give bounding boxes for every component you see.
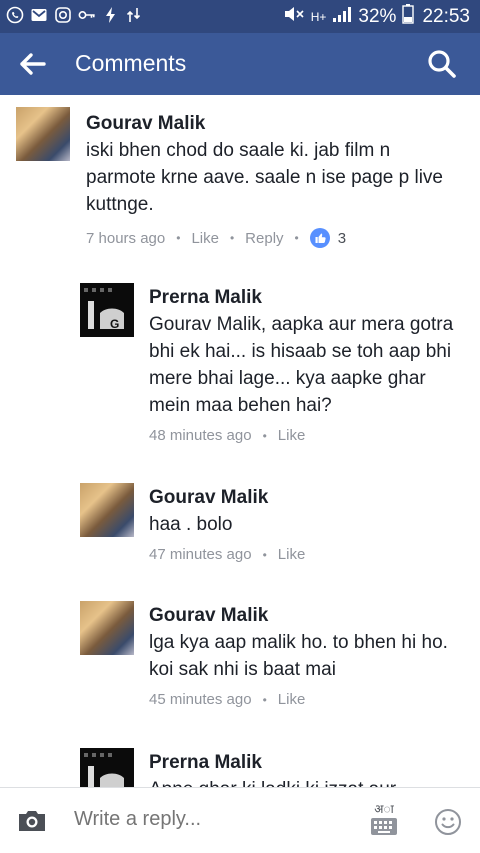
status-bar: H+ 32% 22:53 <box>0 0 480 33</box>
separator-dot: • <box>262 428 267 443</box>
comment-meta: 48 minutes ago • Like <box>149 427 305 444</box>
page-title: Comments <box>75 50 187 76</box>
thumbs-up-icon <box>309 228 330 248</box>
comment-text: iski bhen chod do saale ki. jab film n p… <box>86 140 443 215</box>
separator-dot: • <box>262 547 267 562</box>
reply-button[interactable]: Reply <box>245 230 283 247</box>
avatar[interactable]: G <box>80 283 134 337</box>
notification-icons <box>6 6 144 24</box>
reply-comment: Gourav Malik lga kya aap malik ho. to bh… <box>0 593 480 723</box>
keyboard-language-label: अा <box>374 802 394 816</box>
comment: Gourav Malik iski bhen chod do saale ki.… <box>0 95 480 265</box>
smiley-icon <box>435 809 461 835</box>
reply-comment: Prerna Malik Apne ghar ki ladki ki izzat… <box>0 740 480 787</box>
comment-meta: 7 hours ago • Like • Reply • 3 <box>86 228 346 248</box>
comment-time: 47 minutes ago <box>149 546 252 563</box>
svg-text:G: G <box>110 317 119 331</box>
search-icon <box>428 50 456 78</box>
reply-comment: Gourav Malik haa . bolo 47 minutes ago •… <box>0 475 480 575</box>
like-button[interactable]: Like <box>278 691 306 708</box>
whatsapp-icon <box>6 6 24 24</box>
instagram-icon <box>54 6 72 24</box>
separator-dot: • <box>229 231 235 245</box>
commenter-name[interactable]: Prerna Malik <box>149 287 262 309</box>
reply-composer: अा <box>0 787 480 853</box>
commenter-name[interactable]: Gourav Malik <box>86 113 205 135</box>
search-button[interactable] <box>426 48 458 80</box>
reaction-count[interactable]: 3 <box>338 230 346 247</box>
reply-comment: G Prerna Malik Gourav Malik, aapka aur m… <box>0 275 480 455</box>
network-type: H+ <box>310 10 327 24</box>
commenter-name[interactable]: Prerna Malik <box>149 752 262 774</box>
comment-text: lga kya aap malik ho. to bhen hi ho. koi… <box>149 632 448 680</box>
avatar[interactable] <box>16 107 70 161</box>
comment-text: haa . bolo <box>149 514 233 535</box>
comment-meta: 45 minutes ago • Like <box>149 691 305 708</box>
separator-dot: • <box>294 231 299 245</box>
like-button[interactable]: Like <box>278 427 306 444</box>
signal-icon <box>332 5 352 29</box>
battery-percent: 32% <box>358 6 397 27</box>
comment-time: 7 hours ago <box>86 229 166 247</box>
avatar[interactable] <box>80 483 134 537</box>
back-arrow-icon <box>20 53 46 75</box>
comment-list[interactable]: Gourav Malik iski bhen chod do saale ki.… <box>0 95 480 787</box>
commenter-name[interactable]: Gourav Malik <box>149 605 268 627</box>
separator-dot: • <box>262 692 267 707</box>
keyboard-language-button[interactable]: अा <box>368 802 400 842</box>
mute-icon <box>283 5 305 29</box>
emoji-button[interactable] <box>434 808 462 836</box>
comment-text: Gourav Malik, aapka aur mera gotra bhi e… <box>149 314 454 416</box>
commenter-name[interactable]: Gourav Malik <box>149 487 268 509</box>
camera-icon <box>19 811 45 831</box>
avatar[interactable] <box>80 748 134 787</box>
like-button[interactable]: Like <box>191 230 219 247</box>
comment-time: 45 minutes ago <box>149 691 252 708</box>
system-status: H+ 32% 22:53 <box>283 4 470 30</box>
comment-text: Apne ghar ki ladki ki izzat aur <box>149 776 467 787</box>
comment-meta: 47 minutes ago • Like <box>149 546 305 563</box>
keyboard-icon <box>371 818 397 835</box>
back-button[interactable] <box>18 49 48 79</box>
camera-button[interactable] <box>16 808 48 834</box>
reply-input[interactable] <box>74 808 344 831</box>
avatar[interactable] <box>80 601 134 655</box>
battery-icon <box>402 4 415 30</box>
gmail-icon <box>30 6 48 24</box>
separator-dot: • <box>176 231 181 245</box>
app-bar: Comments <box>0 33 480 95</box>
clock: 22:53 <box>422 6 470 27</box>
key-icon <box>78 6 96 24</box>
flash-icon <box>102 6 120 24</box>
comment-time: 48 minutes ago <box>149 427 252 444</box>
like-button[interactable]: Like <box>278 546 306 563</box>
data-transfer-icon <box>126 6 144 24</box>
